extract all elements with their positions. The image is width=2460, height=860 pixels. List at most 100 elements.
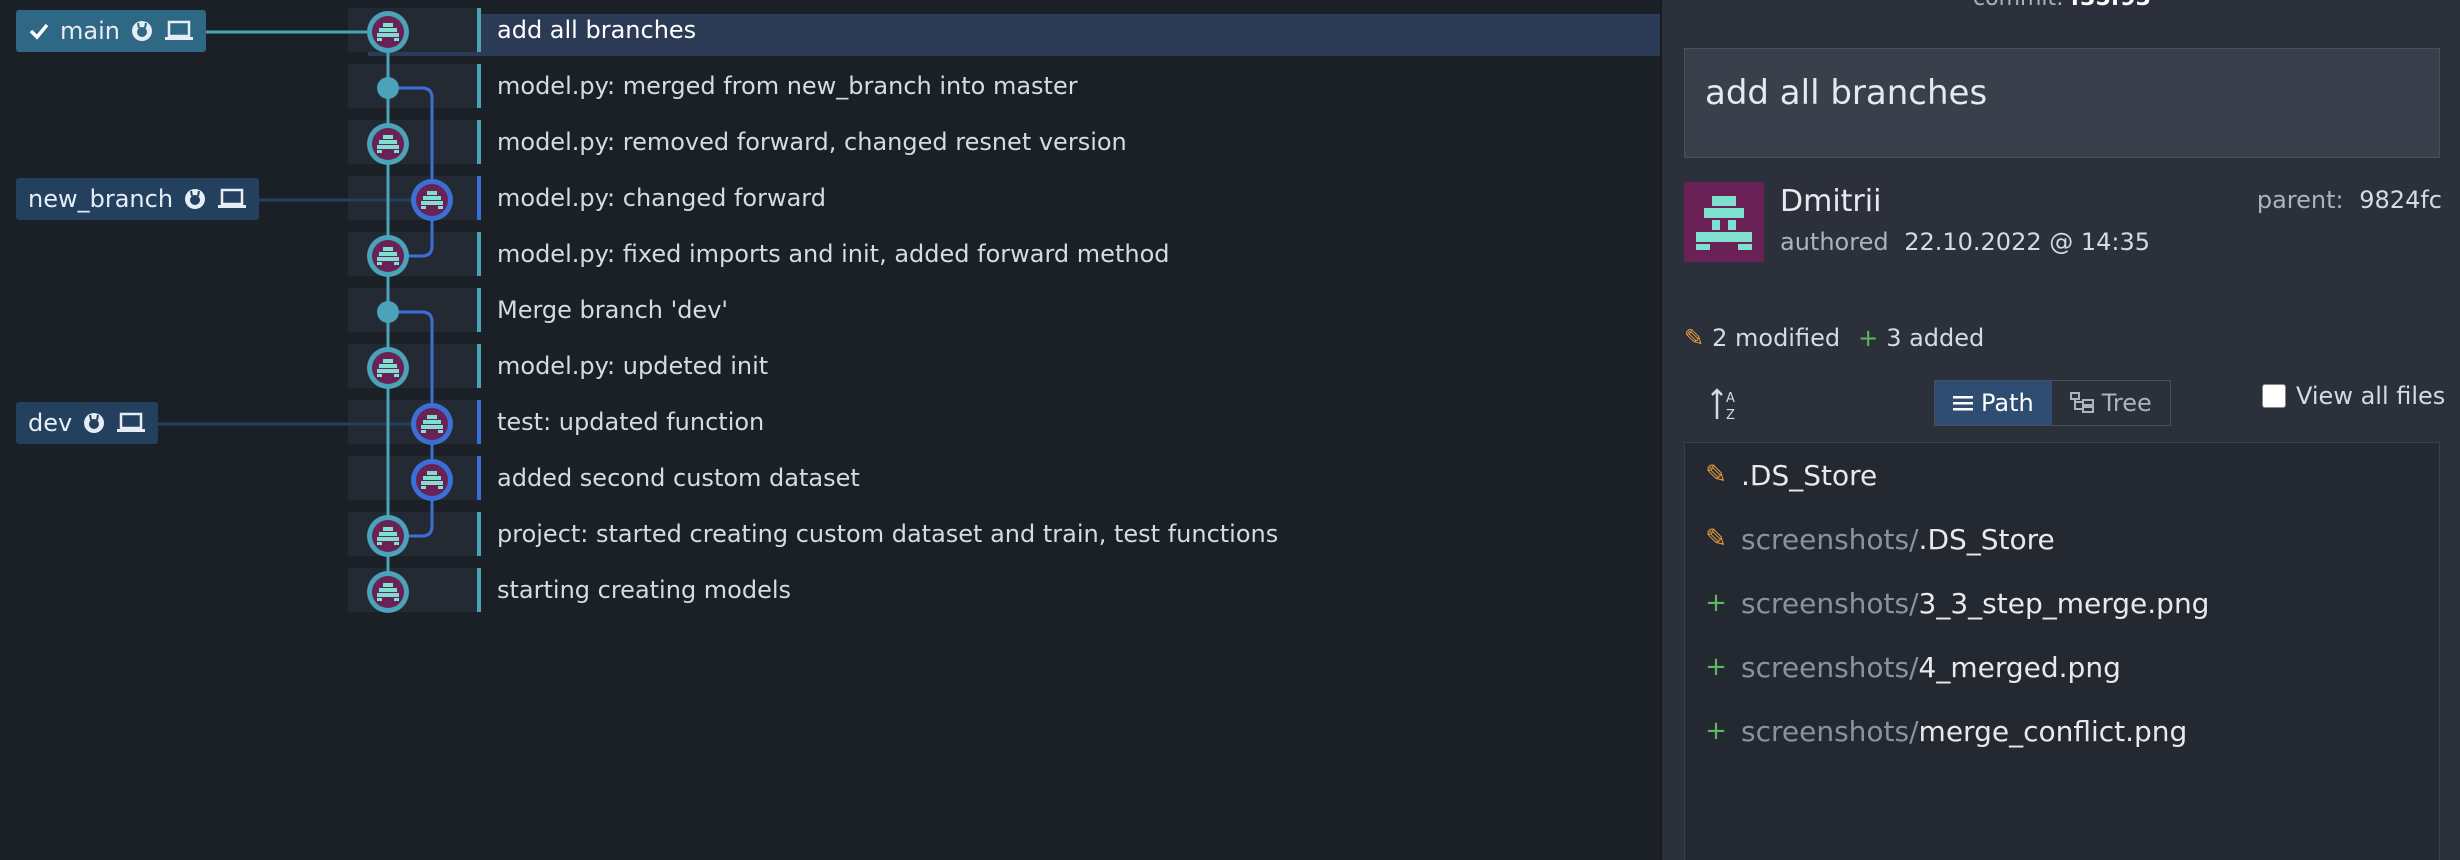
- branch-label-new-branch[interactable]: new_branch: [16, 178, 260, 220]
- avatar-glyph: [421, 425, 443, 429]
- commit-graph-pane: add all branches model.py: merged from ne…: [0, 0, 1660, 860]
- avatar-glyph: [377, 537, 399, 541]
- avatar-glyph: [438, 486, 443, 489]
- sort-az-icon[interactable]: A Z: [1710, 386, 1744, 422]
- avatar-glyph: [379, 364, 397, 368]
- avatar-glyph: [438, 206, 443, 209]
- plus-icon: +: [1858, 324, 1879, 352]
- avatar-glyph: [377, 38, 382, 41]
- added-count: 3 added: [1886, 324, 1985, 352]
- avatar-glyph: [377, 593, 399, 597]
- svg-text:A: A: [1726, 391, 1735, 406]
- avatar-glyph: [394, 542, 399, 545]
- file-name: merge_conflict.png: [1918, 714, 2188, 748]
- avatar-glyph: [421, 201, 443, 205]
- github-icon: [84, 413, 105, 433]
- merge-commit-node: [377, 77, 399, 99]
- parent-sha[interactable]: 9824fc: [2359, 186, 2442, 214]
- avatar-glyph: [377, 262, 382, 265]
- avatar-glyph: [421, 206, 426, 209]
- avatar-glyph: [394, 374, 399, 377]
- path-view-label: Path: [1981, 389, 2034, 417]
- pencil-icon: ✎: [1705, 524, 1727, 554]
- change-stats: ✎ 2 modified +3 added: [1684, 324, 1984, 352]
- parent-label: parent:: [2256, 186, 2344, 214]
- avatar-glyph: [379, 532, 397, 536]
- avatar-glyph: [383, 247, 393, 251]
- pencil-icon: ✎: [1705, 460, 1727, 490]
- commit-graph: [148, 11, 453, 613]
- commit-summary[interactable]: add all branches: [1684, 48, 2440, 158]
- authored-label: authored: [1780, 228, 1889, 256]
- branch-name: dev: [28, 409, 73, 437]
- avatar-glyph: [394, 38, 399, 41]
- laptop-icon: [117, 412, 146, 432]
- avatar-glyph: [379, 140, 397, 144]
- avatar-glyph: [383, 583, 393, 587]
- laptop-icon: [164, 20, 193, 40]
- avatar-glyph: [427, 415, 437, 419]
- tree-icon: [2069, 392, 2094, 413]
- avatar-glyph: [394, 150, 399, 153]
- file-dir: screenshots/: [1741, 650, 1919, 684]
- avatar-glyph: [394, 262, 399, 265]
- github-icon: [185, 189, 206, 209]
- authored-date: 22.10.2022 @ 14:35: [1904, 228, 2151, 256]
- branch-label-main[interactable]: main: [16, 10, 206, 52]
- commit-sha[interactable]: f35f93: [2071, 0, 2151, 11]
- list-icon: [1953, 396, 1973, 411]
- view-all-files[interactable]: View all files: [2262, 382, 2445, 410]
- file-row[interactable]: + screenshots/3_3_step_merge.png: [1685, 571, 2441, 635]
- avatar-glyph: [427, 191, 437, 195]
- branch-name: new_branch: [28, 185, 174, 213]
- avatar-glyph: [377, 374, 382, 377]
- branch-name: main: [60, 17, 120, 45]
- identicon-icon: [1684, 182, 1764, 262]
- file-dir: screenshots/: [1741, 714, 1919, 748]
- avatar-glyph: [394, 598, 399, 601]
- tree-view-button[interactable]: Tree: [2052, 381, 2170, 425]
- view-all-checkbox[interactable]: [2262, 384, 2286, 408]
- commit-details-pane: commit: f35f93 add all branches Dmitrii …: [1660, 0, 2460, 860]
- avatar-glyph: [377, 369, 399, 373]
- author-name: Dmitrii: [1780, 184, 1882, 219]
- checkmark-icon: [29, 23, 49, 40]
- path-view-button[interactable]: Path: [1935, 381, 2052, 425]
- file-row[interactable]: + screenshots/merge_conflict.png: [1685, 699, 2441, 763]
- svg-text:Z: Z: [1726, 408, 1735, 422]
- avatar-glyph: [421, 430, 426, 433]
- avatar-glyph: [383, 23, 393, 27]
- changed-files-list: ✎ .DS_Store ✎ screenshots/.DS_Store + screens…: [1684, 442, 2440, 860]
- avatar-glyph: [421, 481, 443, 485]
- view-mode-toggle: Path Tree: [1934, 380, 2171, 426]
- github-icon: [131, 21, 152, 41]
- added-stat: +3 added: [1858, 324, 1984, 352]
- avatar-glyph: [423, 476, 441, 480]
- avatar-glyph: [377, 598, 382, 601]
- pencil-icon: ✎: [1684, 324, 1705, 352]
- avatar-glyph: [379, 28, 397, 32]
- file-row[interactable]: ✎ screenshots/.DS_Store: [1685, 507, 2441, 571]
- modified-count: 2 modified: [1712, 324, 1841, 352]
- avatar-glyph: [379, 588, 397, 592]
- merge-commit-node: [377, 301, 399, 323]
- avatar-glyph: [377, 150, 382, 153]
- authored-line: authored 22.10.2022 @ 14:35: [1780, 228, 2150, 256]
- file-name: 3_3_step_merge.png: [1918, 586, 2210, 620]
- branch-label-dev[interactable]: dev: [16, 402, 159, 444]
- file-row[interactable]: ✎ .DS_Store: [1685, 443, 2441, 507]
- file-name: .DS_Store: [1741, 458, 1878, 492]
- avatar-glyph: [383, 527, 393, 531]
- plus-icon: +: [1705, 652, 1727, 682]
- file-row[interactable]: + screenshots/4_merged.png: [1685, 635, 2441, 699]
- file-toolbar: A Z Path Tree View all files: [1662, 378, 2460, 430]
- avatar-glyph: [377, 145, 399, 149]
- avatar-glyph: [379, 252, 397, 256]
- tree-view-label: Tree: [2101, 389, 2152, 417]
- plus-icon: +: [1705, 588, 1727, 618]
- avatar-glyph: [383, 135, 393, 139]
- avatar-glyph: [423, 420, 441, 424]
- plus-icon: +: [1705, 716, 1727, 746]
- view-all-label: View all files: [2296, 382, 2446, 410]
- file-dir: screenshots/: [1741, 522, 1919, 556]
